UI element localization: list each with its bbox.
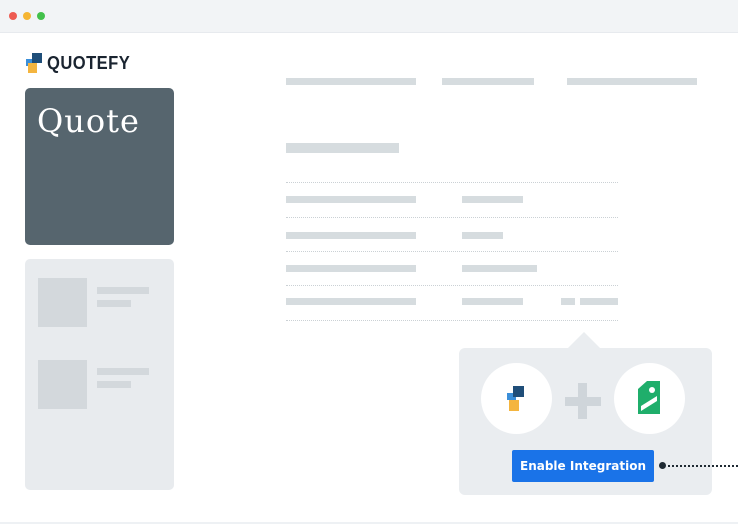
placeholder-cell: [286, 265, 416, 272]
minimize-window-button[interactable]: [23, 12, 31, 20]
quote-nav-card[interactable]: Quote: [25, 88, 174, 245]
quotefy-logo-icon: [507, 386, 524, 411]
placeholder-header-bar: [567, 78, 697, 85]
browser-window: QUOTEFY Quote Enable Integration: [0, 0, 738, 522]
table-divider: [286, 182, 618, 183]
placeholder-cell: [462, 265, 537, 272]
enable-integration-button[interactable]: Enable Integration: [512, 450, 654, 482]
placeholder-header-bar: [442, 78, 534, 85]
placeholder-line: [97, 287, 149, 294]
brand-logo[interactable]: QUOTEFY: [26, 51, 138, 75]
table-divider: [286, 285, 618, 286]
placeholder-cell: [462, 298, 523, 305]
connector-line: [668, 465, 738, 467]
table-divider: [286, 320, 618, 321]
placeholder-header-bar: [286, 78, 416, 85]
placeholder-line: [97, 381, 131, 388]
close-window-button[interactable]: [9, 12, 17, 20]
placeholder-thumbnail: [38, 360, 87, 409]
sidebar-placeholder-panel: [25, 259, 174, 490]
quotefy-app-badge: [481, 363, 552, 434]
quotefy-logo-icon: [26, 52, 42, 74]
connector-dot: [659, 462, 666, 469]
table-divider: [286, 217, 618, 218]
window-titlebar: [0, 0, 738, 33]
popover-caret: [568, 332, 600, 348]
brand-name: QUOTEFY: [47, 52, 131, 73]
price-tag-icon: [638, 381, 660, 414]
placeholder-section-title: [286, 143, 399, 153]
placeholder-cell: [462, 196, 523, 203]
quote-card-label: Quote: [37, 102, 140, 140]
placeholder-line: [97, 300, 131, 307]
placeholder-thumbnail: [38, 278, 87, 327]
partner-app-badge: [614, 363, 685, 434]
placeholder-cell: [561, 298, 575, 305]
placeholder-line: [97, 368, 149, 375]
plus-icon-bar: [565, 397, 601, 406]
placeholder-cell: [580, 298, 618, 305]
table-divider: [286, 251, 618, 252]
maximize-window-button[interactable]: [37, 12, 45, 20]
placeholder-cell: [462, 232, 503, 239]
placeholder-cell: [286, 232, 416, 239]
placeholder-cell: [286, 298, 416, 305]
placeholder-cell: [286, 196, 416, 203]
